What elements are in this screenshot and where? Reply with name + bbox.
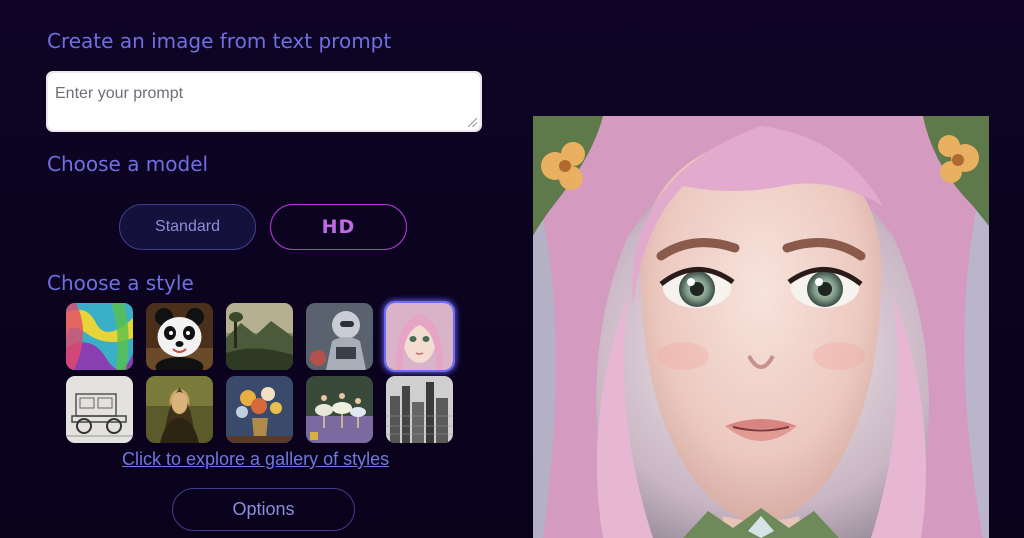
- ballet-dancers-icon: [306, 376, 373, 443]
- model-standard-label: Standard: [155, 218, 220, 235]
- create-image-heading: Create an image from text prompt: [47, 29, 392, 53]
- resize-grip-icon[interactable]: [468, 118, 477, 127]
- generated-image-preview: [533, 116, 989, 538]
- style-thumb-landscape[interactable]: [226, 303, 293, 370]
- model-hd-label: HD: [321, 216, 356, 238]
- prompt-field[interactable]: [46, 71, 482, 132]
- style-thumb-panda[interactable]: [146, 303, 213, 370]
- choose-model-heading: Choose a model: [47, 152, 209, 176]
- landscape-icon: [226, 303, 293, 370]
- style-thumb-renaissance[interactable]: [146, 376, 213, 443]
- options-button[interactable]: Options: [172, 488, 355, 531]
- model-hd-button[interactable]: HD: [270, 204, 407, 250]
- fantasy-portrait-image: [533, 116, 989, 538]
- anime-portrait-icon: [386, 303, 453, 370]
- panda-icon: [146, 303, 213, 370]
- gallery-styles-link[interactable]: Click to explore a gallery of styles: [122, 449, 389, 470]
- style-thumb-robot[interactable]: [306, 303, 373, 370]
- style-thumb-ink-city[interactable]: [386, 376, 453, 443]
- style-thumb-anime-portrait[interactable]: [384, 301, 455, 372]
- renaissance-portrait-icon: [146, 376, 213, 443]
- ink-city-icon: [386, 376, 453, 443]
- style-thumb-ballet[interactable]: [306, 376, 373, 443]
- prompt-input[interactable]: [48, 73, 480, 130]
- style-thumb-flowers[interactable]: [226, 376, 293, 443]
- robot-icon: [306, 303, 373, 370]
- style-thumb-sketch-car[interactable]: [66, 376, 133, 443]
- style-grid: [66, 301, 456, 443]
- choose-style-heading: Choose a style: [47, 271, 194, 295]
- sketch-car-icon: [66, 376, 133, 443]
- flower-still-life-icon: [226, 376, 293, 443]
- options-label: Options: [232, 499, 295, 519]
- style-thumb-abstract[interactable]: [66, 303, 133, 370]
- model-standard-button[interactable]: Standard: [119, 204, 256, 250]
- abstract-paint-icon: [66, 303, 133, 370]
